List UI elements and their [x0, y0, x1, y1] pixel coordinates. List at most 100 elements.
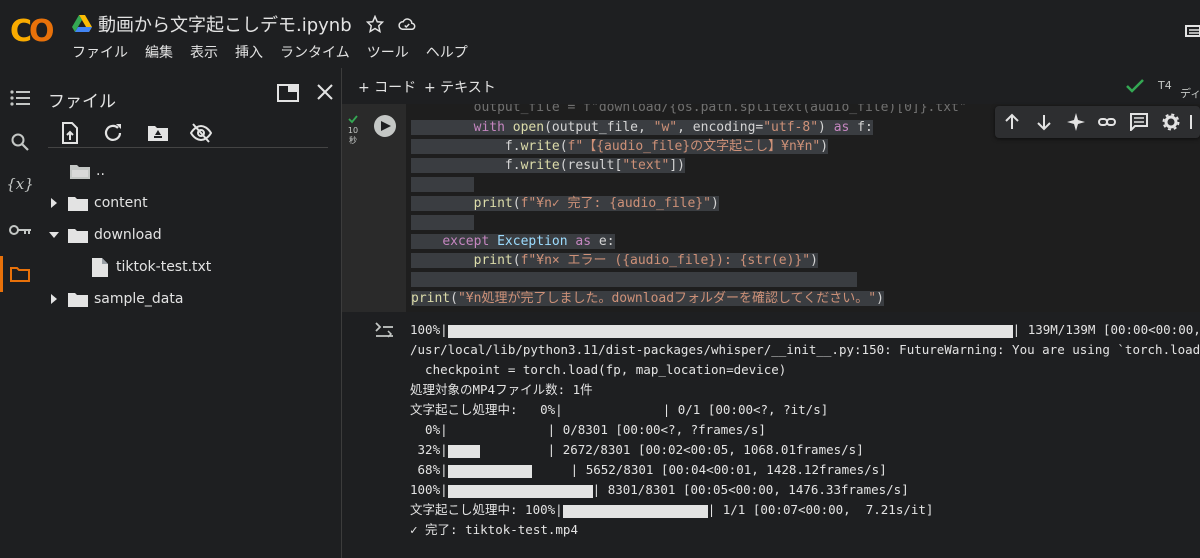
folder-icon	[68, 229, 88, 243]
comment-icon[interactable]	[1130, 113, 1148, 131]
caret-down-icon[interactable]	[48, 229, 60, 241]
progress-bar-fill	[562, 505, 708, 518]
code-line: print("¥n処理が完了しました。downloadフォルダーを確認してくださ…	[411, 291, 884, 306]
progress-track	[448, 422, 548, 442]
folder-up-icon	[70, 165, 90, 179]
progress-track	[447, 462, 571, 482]
google-drive-icon	[72, 15, 92, 32]
play-icon	[381, 121, 391, 131]
exec-check-icon	[348, 115, 358, 124]
gear-icon[interactable]	[1162, 113, 1180, 131]
menu-bar: ファイル 編集 表示 挿入 ランタイム ツール ヘルプ	[72, 42, 485, 62]
progress-prefix: 文字起こし処理中: 0%|	[410, 402, 563, 417]
progress-line: 100%| | 139M/139M [00:00<00:00, 19	[410, 320, 1200, 340]
link-icon[interactable]	[1098, 113, 1116, 131]
output-line: ✓ 完了: tiktok-test.mp4	[410, 522, 578, 537]
progress-line: 100%| | 8301/8301 [00:05<00:00, 1476.33fr…	[410, 480, 909, 500]
comments-icon[interactable]	[1184, 24, 1200, 40]
cloud-saved-icon[interactable]	[398, 15, 416, 33]
panel-title: ファイル	[48, 92, 116, 112]
menu-file[interactable]: ファイル	[72, 42, 128, 62]
mount-drive-icon[interactable]	[147, 122, 169, 144]
tree-item-content[interactable]: content	[48, 192, 148, 214]
run-cell-button[interactable]	[374, 115, 396, 137]
search-icon[interactable]	[8, 130, 32, 154]
key-icon[interactable]	[8, 218, 32, 242]
notebook-title[interactable]: 動画から文字起こしデモ.ipynb	[98, 11, 352, 37]
menu-help[interactable]: ヘルプ	[426, 42, 468, 62]
variables-icon[interactable]: {𝑥}	[6, 172, 34, 196]
progress-suffix: | 2672/8301 [00:02<00:05, 1068.01frames/…	[547, 442, 864, 457]
refresh-icon[interactable]	[102, 122, 124, 144]
menu-edit[interactable]: 編集	[145, 42, 173, 62]
more-icon[interactable]	[1190, 113, 1200, 131]
tree-item-label: sample_data	[94, 291, 184, 307]
menu-view[interactable]: 表示	[190, 42, 218, 62]
progress-track	[562, 502, 708, 522]
file-icon	[92, 257, 108, 277]
code-line: f.write(f"【{audio_file}の文字起こし】¥n¥n")	[411, 139, 829, 154]
code-line	[411, 270, 858, 289]
active-indicator	[0, 256, 3, 292]
code-line: except Exception as e:	[411, 232, 615, 251]
code-line	[411, 213, 474, 232]
left-rail: {𝑥}	[0, 68, 40, 558]
tree-item-label: download	[94, 227, 162, 243]
code-line: with open(output_file, "w", encoding="ut…	[411, 118, 873, 137]
star-icon[interactable]	[365, 15, 384, 33]
caret-right-icon[interactable]	[48, 197, 60, 209]
progress-prefix: 100%|	[410, 482, 448, 497]
sparkle-icon[interactable]	[1067, 113, 1085, 131]
new-window-icon[interactable]	[277, 84, 299, 102]
notebook-toolbar: + コード + テキスト T4 ディ	[342, 68, 1200, 104]
progress-suffix: | 8301/8301 [00:05<00:00, 1476.33frames/…	[592, 482, 909, 497]
tree-item-download[interactable]: download	[48, 224, 162, 246]
toc-icon[interactable]	[8, 86, 32, 110]
caret-right-icon[interactable]	[48, 293, 60, 305]
progress-line: 文字起こし処理中: 0%| | 0/1 [00:00<?, ?it/s]	[410, 400, 828, 420]
tree-item-label: tiktok-test.txt	[116, 259, 212, 275]
hide-files-icon[interactable]	[190, 122, 212, 144]
title-row: 動画から文字起こしデモ.ipynb	[72, 10, 416, 38]
tree-item-file[interactable]: tiktok-test.txt	[92, 256, 211, 278]
menu-insert[interactable]: 挿入	[235, 42, 263, 62]
cell-output: 100%| | 139M/139M [00:00<00:00, 19/usr/lo…	[410, 320, 1200, 558]
progress-prefix: 0%|	[410, 422, 448, 437]
file-tools	[48, 120, 328, 148]
code-line: f.write(result["text"])	[411, 158, 685, 173]
file-panel: ファイル .. content download tiktok-test.txt	[40, 68, 342, 558]
code-line: print(f"¥n× エラー ({audio_file}): {str(e)}…	[411, 251, 818, 270]
move-up-icon[interactable]	[1003, 113, 1021, 131]
upload-file-icon[interactable]	[58, 122, 80, 144]
add-code-button[interactable]: + コード	[358, 77, 416, 97]
tree-item-label: content	[94, 195, 148, 211]
progress-prefix: 100%|	[410, 322, 448, 337]
progress-line: 0%| | 0/8301 [00:00<?, ?frames/s]	[410, 420, 766, 440]
colab-logo[interactable]: CO	[10, 14, 60, 50]
cell-toolbar	[995, 106, 1200, 138]
header: CO 動画から文字起こしデモ.ipynb ファイル 編集 表示 挿入 ランタイム…	[0, 0, 1200, 68]
close-icon[interactable]	[316, 83, 334, 101]
progress-bar-fill	[447, 485, 593, 498]
output-toggle-icon[interactable]	[374, 320, 394, 338]
progress-track	[447, 442, 548, 462]
progress-suffix: | 0/1 [00:00<?, ?it/s]	[662, 402, 829, 417]
tree-item-sample-data[interactable]: sample_data	[48, 288, 183, 310]
menu-runtime[interactable]: ランタイム	[280, 42, 350, 62]
progress-suffix: | 5652/8301 [00:04<00:01, 1428.12frames/…	[570, 462, 887, 477]
progress-suffix: | 0/8301 [00:00<?, ?frames/s]	[547, 422, 766, 437]
folder-icon[interactable]	[8, 262, 32, 286]
progress-track	[563, 402, 663, 422]
code-line	[411, 175, 474, 194]
runtime-label[interactable]: T4	[1158, 79, 1172, 92]
notebook-area: + コード + テキスト T4 ディ 10 秒 output_file = f"…	[342, 68, 1200, 558]
exec-time: 10 秒	[347, 126, 359, 145]
add-text-button[interactable]: + テキスト	[424, 77, 496, 97]
progress-bar-fill	[447, 325, 1013, 338]
tree-item-parent[interactable]: ..	[70, 160, 105, 182]
move-down-icon[interactable]	[1035, 113, 1053, 131]
runtime-label-cut: ディ	[1180, 87, 1200, 100]
menu-tools[interactable]: ツール	[367, 42, 409, 62]
progress-prefix: 文字起こし処理中: 100%|	[410, 502, 563, 517]
progress-suffix: | 1/1 [00:07<00:00, 7.21s/it]	[707, 502, 934, 517]
